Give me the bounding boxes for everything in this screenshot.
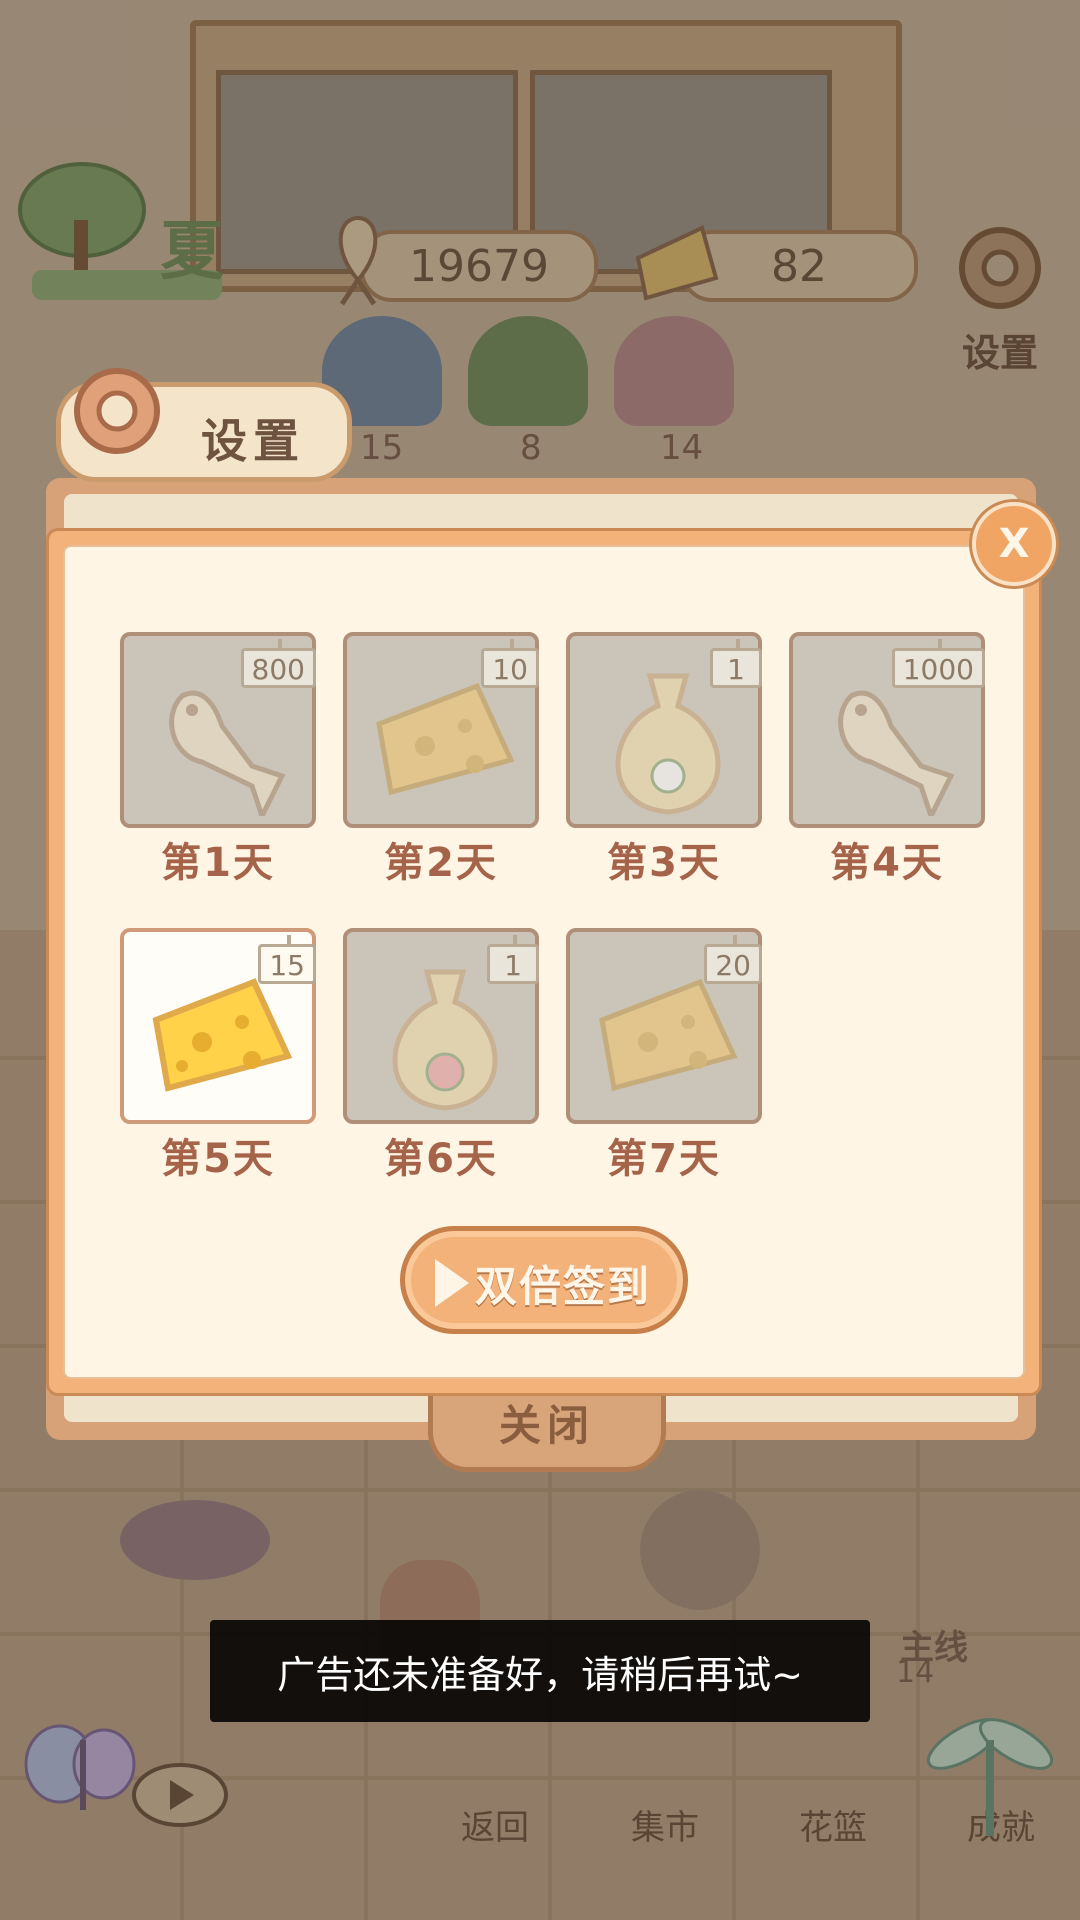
day-1-reward[interactable]: 800 <box>120 632 316 828</box>
signin-close-button[interactable]: X <box>972 502 1056 586</box>
day-5-reward[interactable]: 15 <box>120 928 316 1124</box>
seed-bag-icon <box>392 969 498 1111</box>
fish-bone-icon <box>838 690 955 816</box>
double-signin-button[interactable]: 双倍签到 <box>400 1226 688 1334</box>
day-2-reward[interactable]: 10 <box>343 632 539 828</box>
day-4-reward[interactable]: 1000 <box>789 632 985 828</box>
day-7-label: 第7天 <box>607 1136 721 1182</box>
day-3-reward[interactable]: 1 <box>566 632 762 828</box>
cheese-icon <box>152 978 293 1092</box>
settings-title-tab: 设置 <box>56 368 352 482</box>
cheese-icon <box>599 978 738 1092</box>
settings-title: 设置 <box>201 414 305 468</box>
double-signin-label: 双倍签到 <box>475 1262 652 1311</box>
day-6-label: 第6天 <box>384 1136 498 1182</box>
gear-icon <box>74 368 160 454</box>
toast-message: 广告还未准备好，请稍后再试~ <box>210 1620 870 1722</box>
day-7-reward[interactable]: 20 <box>566 928 762 1124</box>
toast-text: 广告还未准备好，请稍后再试~ <box>277 1652 803 1697</box>
day-6-reward[interactable]: 1 <box>343 928 539 1124</box>
signin-close-label: X <box>998 521 1030 567</box>
day-5-label: 第5天 <box>161 1136 275 1182</box>
settings-close-label: 关闭 <box>498 1401 595 1450</box>
day-1-label: 第1天 <box>161 840 275 886</box>
seed-bag-icon <box>615 673 721 815</box>
day-2-label: 第2天 <box>384 840 498 886</box>
cheese-icon <box>376 682 515 796</box>
day-3-label: 第3天 <box>607 840 721 886</box>
play-icon <box>435 1259 469 1307</box>
day-4-label: 第4天 <box>830 840 944 886</box>
fish-bone-icon <box>169 690 286 816</box>
